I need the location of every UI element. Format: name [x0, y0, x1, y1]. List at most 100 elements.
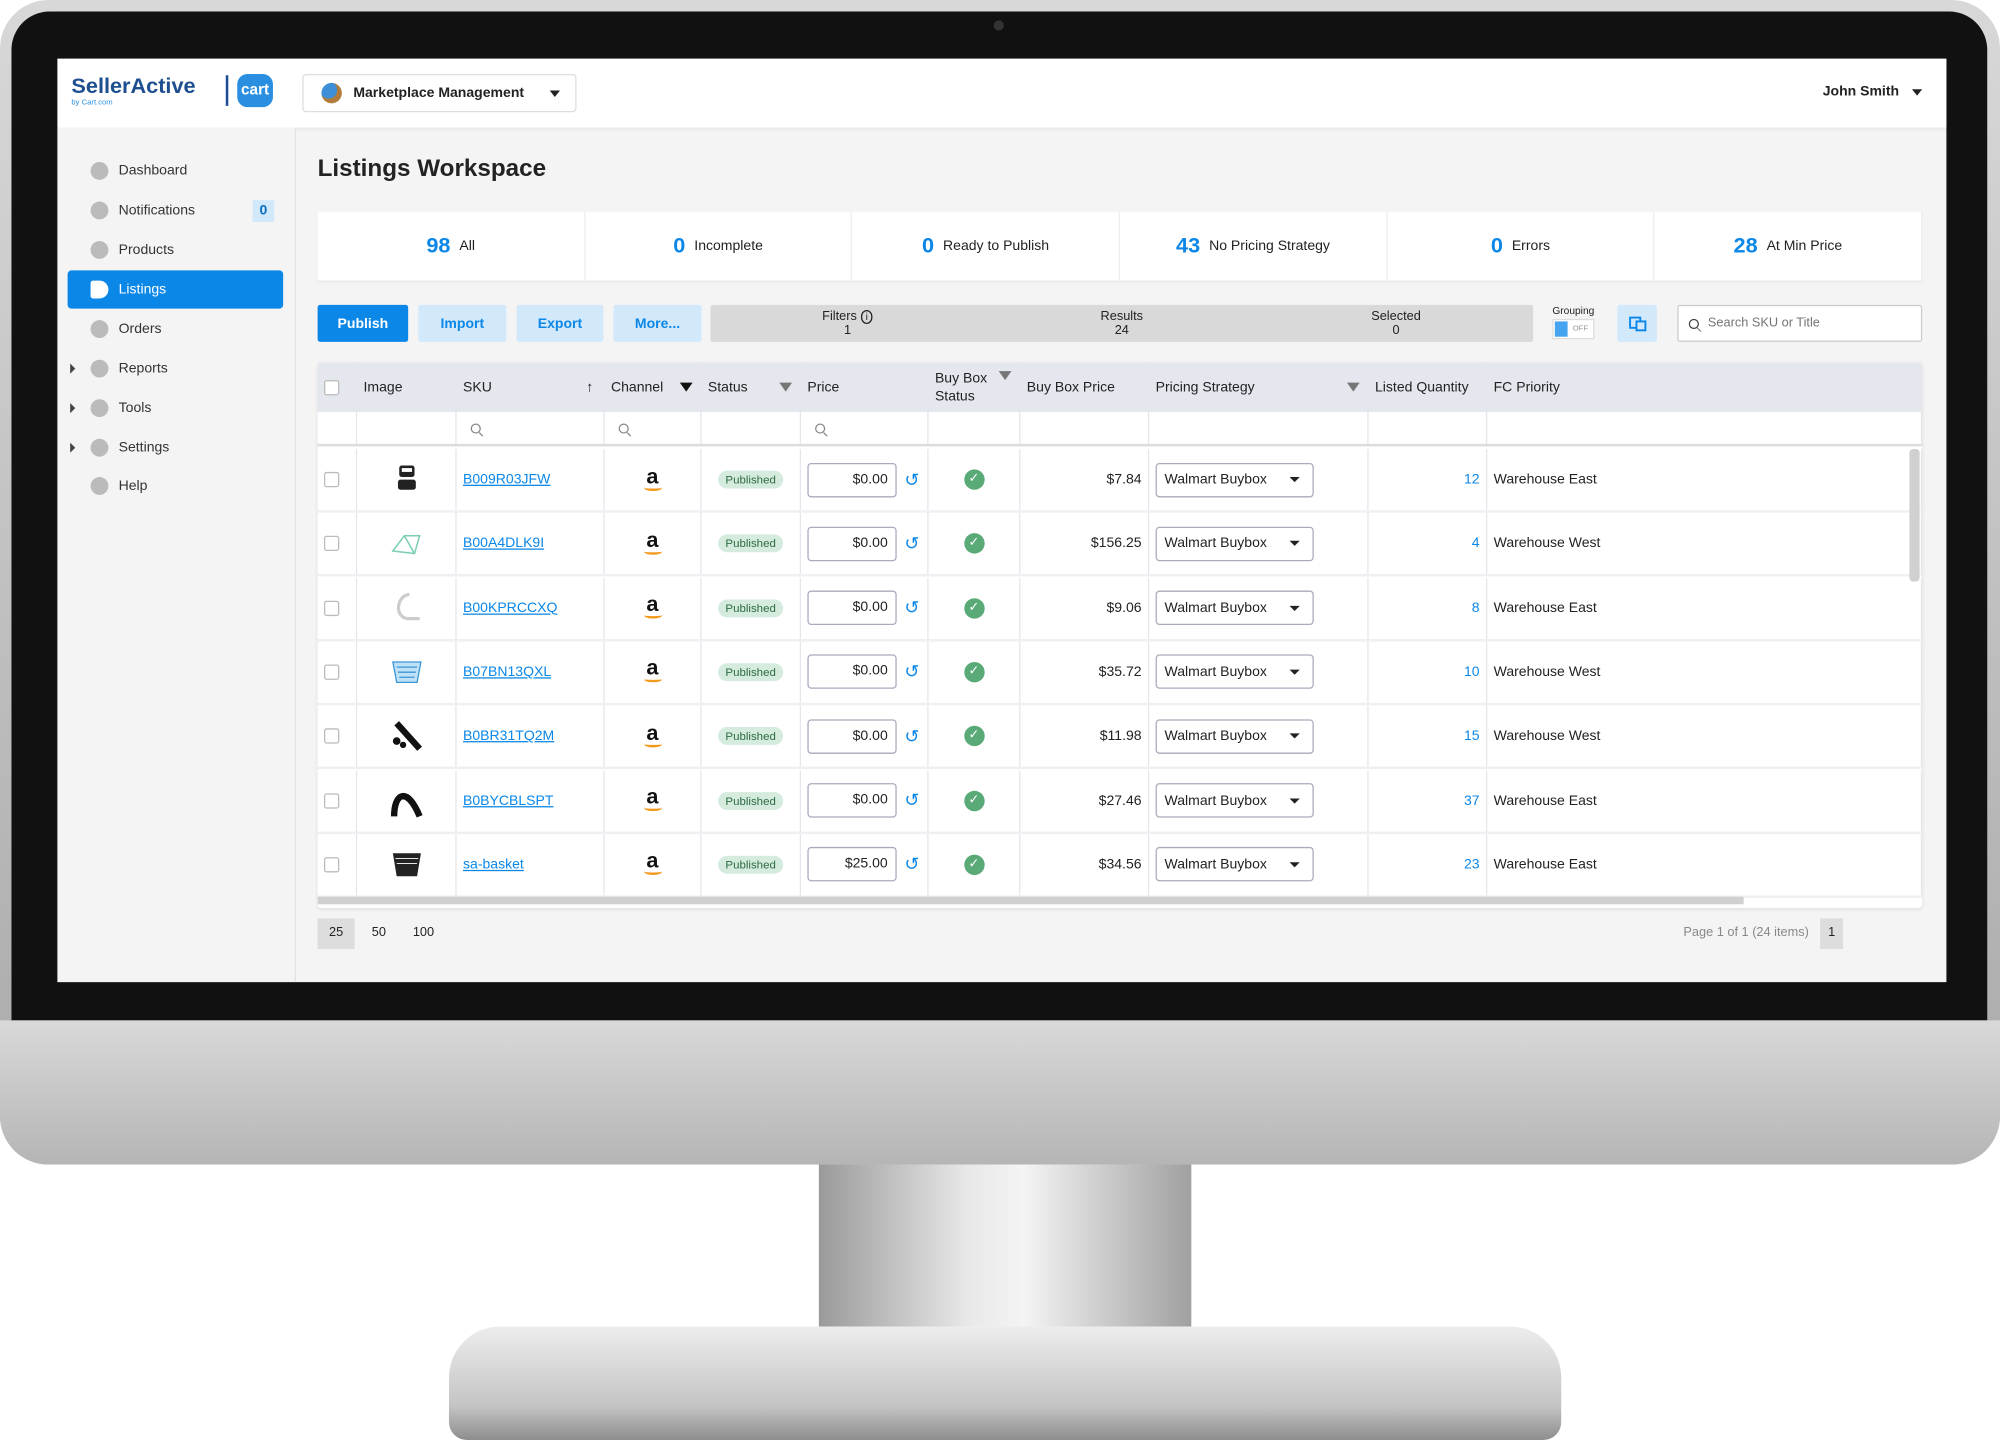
filters-info[interactable]: Filters i1 [710, 305, 984, 342]
pricing-strategy-select[interactable]: Walmart Buybox [1155, 462, 1314, 497]
sku-link[interactable]: B0BR31TQ2M [463, 729, 554, 744]
price-input[interactable]: $0.00 [807, 590, 897, 626]
sidebar-item-settings[interactable]: Settings [68, 429, 284, 467]
filter-icon[interactable] [1346, 382, 1360, 392]
sidebar-item-listings[interactable]: Listings [67, 270, 284, 309]
user-menu[interactable]: John Smith [1823, 84, 1923, 99]
price-input[interactable]: $0.00 [807, 718, 897, 754]
row-checkbox[interactable] [323, 536, 340, 552]
column-header-price[interactable]: Price [801, 362, 929, 412]
table-row[interactable]: B00KPRCCXQ a Published $0.00 ↺ ✓ $9.06 Walmart … [317, 577, 1923, 642]
column-header-fc-priority[interactable]: FC Priority [1487, 362, 1923, 412]
listed-quantity[interactable]: 15 [1464, 729, 1480, 744]
column-header-sku[interactable]: SKU ↑ [457, 362, 605, 412]
price-input[interactable]: $0.00 [807, 783, 897, 818]
price-history-icon[interactable]: ↺ [904, 597, 919, 619]
stat-at-min-price[interactable]: 28 At Min Price [1655, 211, 1923, 281]
publish-button[interactable]: Publish [317, 304, 409, 342]
price-input[interactable]: $0.00 [807, 654, 897, 690]
sidebar-item-help[interactable]: Help [68, 467, 284, 505]
listed-quantity[interactable]: 12 [1464, 472, 1480, 487]
stat-errors[interactable]: 0 Errors [1387, 211, 1655, 281]
page-size-50[interactable]: 50 [365, 918, 393, 949]
module-dropdown[interactable]: Marketplace Management [302, 73, 577, 113]
sidebar-item-dashboard[interactable]: Dashboard [68, 152, 284, 190]
column-header-channel[interactable]: Channel [605, 362, 702, 412]
listed-quantity[interactable]: 10 [1464, 664, 1480, 679]
column-header-pricing-strategy[interactable]: Pricing Strategy [1149, 362, 1369, 412]
grouping-toggle[interactable]: OFF [1552, 318, 1595, 340]
sidebar-item-tools[interactable]: Tools [68, 389, 284, 427]
vertical-scrollbar[interactable] [1909, 448, 1920, 582]
sidebar-item-products[interactable]: Products [68, 231, 284, 269]
row-checkbox[interactable] [323, 664, 340, 680]
column-header-buy-box-price[interactable]: Buy Box Price [1020, 362, 1150, 412]
export-button[interactable]: Export [516, 304, 604, 342]
column-header-image[interactable]: Image [357, 362, 457, 412]
pricing-strategy-select[interactable]: Walmart Buybox [1155, 783, 1314, 818]
price-history-icon[interactable]: ↺ [904, 533, 919, 555]
sku-link[interactable]: B00KPRCCXQ [463, 600, 557, 615]
sidebar-item-notifications[interactable]: Notifications 0 [68, 191, 284, 229]
table-row[interactable]: B009R03JFW a Published $0.00 ↺ ✓ $7.84 Walmart … [317, 448, 1923, 513]
column-header-listed-quantity[interactable]: Listed Quantity [1369, 362, 1488, 412]
table-row[interactable]: B00A4DLK9I a Published $0.00 ↺ ✓ $156.25 Walmar… [317, 513, 1923, 577]
column-header-status[interactable]: Status [702, 362, 802, 412]
listed-quantity[interactable]: 37 [1464, 793, 1480, 808]
expand-arrow-icon[interactable] [70, 403, 76, 414]
pricing-strategy-select[interactable]: Walmart Buybox [1155, 847, 1314, 882]
page-size-25[interactable]: 25 [317, 918, 355, 949]
listed-quantity[interactable]: 4 [1472, 536, 1480, 551]
pricing-strategy-select[interactable]: Walmart Buybox [1155, 718, 1314, 754]
select-all-checkbox[interactable] [323, 379, 340, 395]
table-row[interactable]: B0BYCBLSPT a Published $0.00 ↺ ✓ $27.46 Walmart… [317, 769, 1923, 834]
price-input[interactable]: $25.00 [807, 847, 897, 882]
pricing-strategy-select[interactable]: Walmart Buybox [1155, 654, 1314, 690]
table-row[interactable]: B0BR31TQ2M a Published $0.00 ↺ ✓ $11.98 Walmart… [317, 705, 1923, 770]
price-history-icon[interactable]: ↺ [904, 725, 919, 747]
stat-incomplete[interactable]: 0 Incomplete [585, 211, 853, 281]
row-checkbox[interactable] [323, 471, 340, 488]
sku-link[interactable]: B07BN13QXL [463, 664, 551, 679]
column-chooser-button[interactable] [1617, 304, 1657, 342]
expand-arrow-icon[interactable] [70, 442, 76, 453]
page-1-button[interactable]: 1 [1820, 918, 1844, 949]
column-filter-input[interactable] [457, 411, 605, 444]
sku-link[interactable]: sa-basket [463, 857, 524, 872]
search-box[interactable] [1677, 304, 1923, 342]
price-input[interactable]: $0.00 [807, 526, 897, 561]
column-filter-input[interactable] [801, 411, 929, 444]
search-input[interactable] [1707, 316, 1900, 331]
row-checkbox[interactable] [323, 728, 340, 744]
row-checkbox[interactable] [323, 600, 340, 616]
filter-icon[interactable] [679, 382, 693, 392]
stat-all[interactable]: 98 All [318, 211, 586, 281]
row-checkbox[interactable] [323, 792, 340, 809]
import-button[interactable]: Import [418, 304, 507, 342]
sku-link[interactable]: B00A4DLK9I [463, 536, 544, 551]
table-row[interactable]: sa-basket a Published $25.00 ↺ ✓ $34.56 Walmart… [317, 833, 1923, 898]
price-history-icon[interactable]: ↺ [904, 661, 919, 683]
sidebar-item-reports[interactable]: Reports [68, 349, 284, 387]
price-history-icon[interactable]: ↺ [904, 854, 919, 876]
listed-quantity[interactable]: 23 [1464, 857, 1480, 872]
pricing-strategy-select[interactable]: Walmart Buybox [1155, 590, 1314, 626]
filter-icon[interactable] [779, 382, 793, 392]
column-header-buy-box-status[interactable]: Buy Box Status [929, 362, 1021, 412]
price-history-icon[interactable]: ↺ [904, 790, 919, 812]
sku-link[interactable]: B0BYCBLSPT [463, 793, 553, 808]
horizontal-scrollbar[interactable] [317, 896, 1744, 905]
selleractive-logo[interactable]: SellerActive by Cart.com [71, 74, 195, 107]
page-size-100[interactable]: 100 [406, 918, 442, 949]
row-checkbox[interactable] [323, 856, 340, 873]
stat-no-pricing-strategy[interactable]: 43 No Pricing Strategy [1120, 211, 1388, 281]
table-row[interactable]: B07BN13QXL a Published $0.00 ↺ ✓ $35.72 Walmart… [317, 641, 1923, 706]
more-button[interactable]: More... [613, 304, 702, 342]
price-input[interactable]: $0.00 [807, 462, 897, 497]
sku-link[interactable]: B009R03JFW [463, 472, 550, 487]
column-filter-input[interactable] [605, 411, 702, 444]
filter-icon[interactable] [998, 371, 1012, 381]
pricing-strategy-select[interactable]: Walmart Buybox [1155, 526, 1314, 561]
stat-ready-to-publish[interactable]: 0 Ready to Publish [852, 211, 1120, 281]
listed-quantity[interactable]: 8 [1472, 600, 1480, 615]
